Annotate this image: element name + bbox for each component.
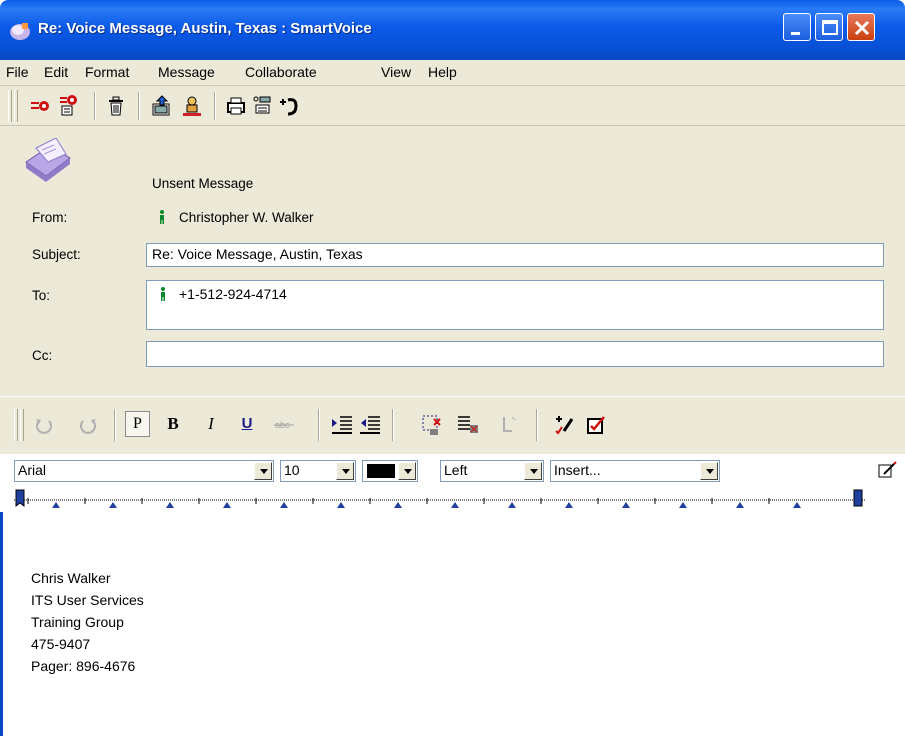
subject-field[interactable]: Re: Voice Message, Austin, Texas xyxy=(146,243,884,267)
minimize-button[interactable] xyxy=(783,13,811,41)
font-select-value: Arial xyxy=(18,462,47,478)
check-names-icon[interactable] xyxy=(180,94,204,118)
left-margin-marker xyxy=(15,489,25,507)
person-icon xyxy=(161,287,165,301)
toolbar-grip[interactable] xyxy=(14,409,18,441)
body-line: Chris Walker xyxy=(31,570,111,586)
chevron-down-icon[interactable] xyxy=(254,462,272,480)
address-book-icon[interactable] xyxy=(150,94,174,118)
toolbar-separator xyxy=(318,409,320,441)
menu-help[interactable]: Help xyxy=(428,64,457,80)
insert-link-icon[interactable] xyxy=(496,413,520,437)
alignment-select[interactable]: Left xyxy=(440,460,544,482)
send-options-icon[interactable] xyxy=(56,94,80,118)
toolbar-separator xyxy=(94,92,96,120)
bold-button[interactable]: B xyxy=(160,413,186,435)
menu-file[interactable]: File xyxy=(6,64,29,80)
to-recipient: +1-512-924-4714 xyxy=(179,286,287,302)
body-line: 475-9407 xyxy=(31,636,91,652)
undo-icon[interactable] xyxy=(32,413,56,437)
menu-collaborate[interactable]: Collaborate xyxy=(245,64,317,80)
menu-format[interactable]: Format xyxy=(85,64,129,80)
insert-select[interactable]: Insert... xyxy=(550,460,720,482)
to-field[interactable]: +1-512-924-4714 xyxy=(146,280,884,330)
menu-edit[interactable]: Edit xyxy=(44,64,68,80)
edit-source-icon[interactable] xyxy=(876,460,898,482)
format-toolbar: P B I U abc xyxy=(0,396,905,454)
person-icon xyxy=(160,210,164,224)
print-icon[interactable] xyxy=(224,94,248,118)
color-swatch xyxy=(367,464,395,478)
ruler[interactable] xyxy=(14,488,866,512)
toolbar-separator xyxy=(214,92,216,120)
menu-bar: File Edit Format Message Collaborate Vie… xyxy=(0,60,905,86)
chevron-down-icon[interactable] xyxy=(700,462,718,480)
cc-label: Cc: xyxy=(32,348,53,363)
strikethrough-icon[interactable]: abc xyxy=(272,413,296,437)
record-icon[interactable] xyxy=(250,94,274,118)
body-line: Training Group xyxy=(31,614,124,630)
size-select-value: 10 xyxy=(284,462,300,478)
alignment-select-value: Left xyxy=(444,462,468,478)
maximize-button[interactable] xyxy=(815,13,843,41)
delete-icon[interactable] xyxy=(104,94,128,118)
check-message-icon[interactable] xyxy=(584,413,608,437)
subject-label: Subject: xyxy=(32,247,81,262)
redo-icon[interactable] xyxy=(76,413,100,437)
send-icon[interactable] xyxy=(28,94,52,118)
play-icon[interactable] xyxy=(276,94,300,118)
chevron-down-icon[interactable] xyxy=(524,462,542,480)
body-line: ITS User Services xyxy=(31,592,144,608)
smartvoice-app-icon xyxy=(10,23,30,40)
close-button[interactable] xyxy=(847,13,875,41)
spell-check-icon[interactable] xyxy=(552,413,576,437)
insert-list-icon[interactable] xyxy=(456,413,480,437)
chevron-down-icon[interactable] xyxy=(398,462,416,480)
color-select[interactable] xyxy=(362,460,418,482)
message-body-editor[interactable]: Chris Walker ITS User Services Training … xyxy=(0,512,905,736)
font-select[interactable]: Arial xyxy=(14,460,274,482)
underline-button[interactable]: U xyxy=(234,413,260,435)
toolbar-grip xyxy=(14,90,18,122)
main-toolbar xyxy=(0,86,905,126)
italic-button[interactable]: I xyxy=(198,413,224,435)
insert-select-value: Insert... xyxy=(554,462,601,478)
message-status: Unsent Message xyxy=(152,176,254,191)
toolbar-separator xyxy=(392,409,394,441)
message-header: Unsent Message From: Christopher W. Walk… xyxy=(0,126,905,396)
window-title: Re: Voice Message, Austin, Texas : Smart… xyxy=(38,20,372,37)
outdent-icon[interactable] xyxy=(358,413,382,437)
toolbar-separator xyxy=(114,409,116,441)
toolbar-separator xyxy=(536,409,538,441)
from-label: From: xyxy=(32,210,68,225)
body-line: Pager: 896-4676 xyxy=(31,658,136,674)
chevron-down-icon[interactable] xyxy=(336,462,354,480)
indent-icon[interactable] xyxy=(330,413,354,437)
size-select[interactable]: 10 xyxy=(280,460,356,482)
menu-message[interactable]: Message xyxy=(158,64,215,80)
toolbar-separator xyxy=(138,92,140,120)
title-bar: Re: Voice Message, Austin, Texas : Smart… xyxy=(0,0,905,60)
right-margin-marker xyxy=(853,489,863,507)
toolbar-grip[interactable] xyxy=(8,90,12,122)
menu-view[interactable]: View xyxy=(381,64,411,80)
to-label: To: xyxy=(32,288,51,303)
insert-table-icon[interactable] xyxy=(420,413,444,437)
paragraph-style-button[interactable]: P xyxy=(125,411,150,437)
cc-field[interactable] xyxy=(146,341,884,367)
envelope-icon xyxy=(25,138,71,182)
from-value: Christopher W. Walker xyxy=(179,210,314,225)
toolbar-grip xyxy=(20,409,24,441)
